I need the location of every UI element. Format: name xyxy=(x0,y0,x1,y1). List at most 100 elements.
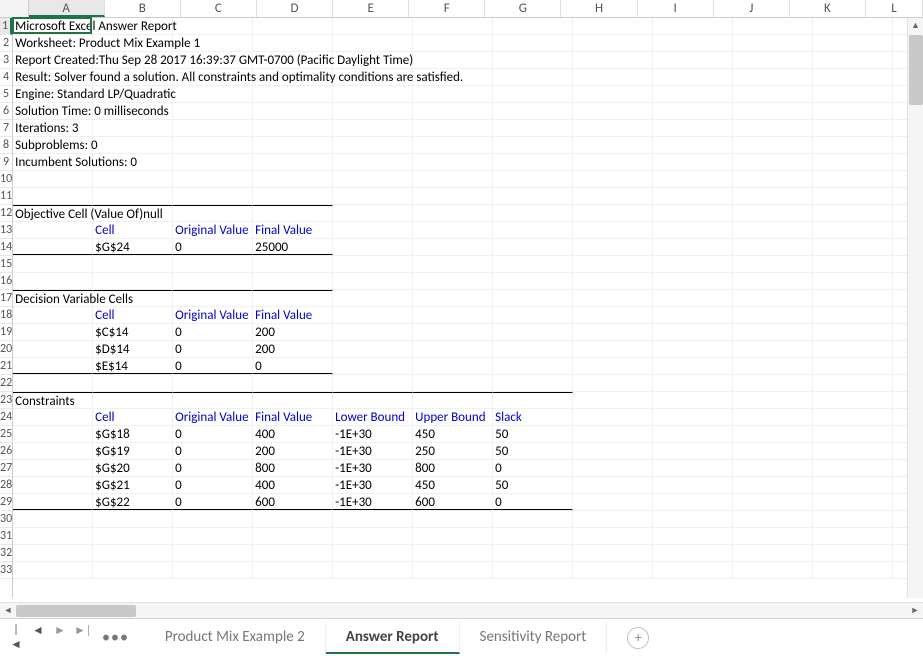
cell[interactable]: 600 xyxy=(413,494,493,510)
cell[interactable] xyxy=(93,562,173,578)
cell[interactable] xyxy=(93,545,173,561)
select-all-corner[interactable] xyxy=(0,0,29,17)
cell[interactable] xyxy=(253,103,333,119)
cell[interactable] xyxy=(573,52,653,68)
cell[interactable] xyxy=(813,290,893,306)
cell[interactable] xyxy=(173,120,253,136)
cell[interactable] xyxy=(93,256,173,272)
cell[interactable] xyxy=(813,477,893,493)
cell[interactable] xyxy=(573,154,653,170)
cell[interactable] xyxy=(253,86,333,102)
cell[interactable] xyxy=(413,154,493,170)
cell[interactable] xyxy=(413,511,493,527)
cell[interactable] xyxy=(93,188,173,204)
cell[interactable] xyxy=(333,35,413,51)
cell[interactable] xyxy=(813,256,893,272)
cell[interactable] xyxy=(333,137,413,153)
cell[interactable] xyxy=(573,511,653,527)
row-header-20[interactable]: 20 xyxy=(0,341,12,358)
cell[interactable] xyxy=(573,528,653,544)
cell[interactable] xyxy=(573,205,653,221)
cell[interactable] xyxy=(813,494,893,510)
cell[interactable] xyxy=(493,137,573,153)
cell[interactable]: $G$21 xyxy=(93,477,173,493)
col-header-K[interactable]: K xyxy=(790,0,866,17)
col-header-L[interactable]: L xyxy=(866,0,923,17)
cell[interactable] xyxy=(93,528,173,544)
cell[interactable] xyxy=(413,341,493,357)
cell[interactable]: 0 xyxy=(173,460,253,476)
sheet-tab[interactable]: Sensitivity Report xyxy=(460,622,608,654)
cell[interactable] xyxy=(733,307,813,323)
cell[interactable] xyxy=(733,120,813,136)
cell[interactable]: Final Value xyxy=(253,409,333,425)
cell[interactable] xyxy=(173,375,253,391)
cell[interactable] xyxy=(333,392,413,408)
cell[interactable]: 25000 xyxy=(253,239,333,255)
cell[interactable]: 200 xyxy=(253,341,333,357)
cell[interactable] xyxy=(813,120,893,136)
cell[interactable]: Report Created:Thu Sep 28 2017 16:39:37 … xyxy=(13,52,93,68)
cell[interactable] xyxy=(813,35,893,51)
cell[interactable] xyxy=(13,511,93,527)
cell[interactable] xyxy=(653,460,733,476)
cell[interactable]: 400 xyxy=(253,477,333,493)
cell[interactable] xyxy=(173,392,253,408)
row-header-25[interactable]: 25 xyxy=(0,426,12,443)
cell[interactable] xyxy=(333,222,413,238)
cell[interactable] xyxy=(733,358,813,374)
cell[interactable] xyxy=(733,426,813,442)
row-header-26[interactable]: 26 xyxy=(0,443,12,460)
row-header-6[interactable]: 6 xyxy=(0,103,12,120)
cell[interactable] xyxy=(573,341,653,357)
cell[interactable] xyxy=(573,477,653,493)
cell[interactable] xyxy=(413,324,493,340)
cell[interactable] xyxy=(653,188,733,204)
cell[interactable]: Final Value xyxy=(253,307,333,323)
cell[interactable] xyxy=(13,375,93,391)
cell[interactable]: Cell xyxy=(93,222,173,238)
cell[interactable]: 200 xyxy=(253,443,333,459)
cell[interactable]: Original Value xyxy=(173,222,253,238)
cell[interactable]: $D$14 xyxy=(93,341,173,357)
cell[interactable] xyxy=(13,477,93,493)
cell[interactable]: 0 xyxy=(493,494,573,510)
cell[interactable] xyxy=(413,188,493,204)
cell[interactable]: Result: Solver found a solution. All con… xyxy=(13,69,93,85)
cell[interactable] xyxy=(573,35,653,51)
cell[interactable] xyxy=(253,273,333,289)
cell[interactable] xyxy=(413,256,493,272)
row-header-12[interactable]: 12 xyxy=(0,205,12,222)
cell[interactable] xyxy=(573,256,653,272)
cell[interactable] xyxy=(573,375,653,391)
cell[interactable] xyxy=(813,375,893,391)
row-header-31[interactable]: 31 xyxy=(0,528,12,545)
cell[interactable] xyxy=(573,494,653,510)
row-header-15[interactable]: 15 xyxy=(0,256,12,273)
cell[interactable] xyxy=(173,562,253,578)
cell[interactable] xyxy=(653,341,733,357)
cell[interactable] xyxy=(653,324,733,340)
cell[interactable] xyxy=(253,392,333,408)
cell[interactable] xyxy=(493,205,573,221)
cell[interactable] xyxy=(333,324,413,340)
cell[interactable] xyxy=(813,18,893,34)
row-header-29[interactable]: 29 xyxy=(0,494,12,511)
hscroll-thumb[interactable] xyxy=(16,605,136,617)
scroll-thumb[interactable] xyxy=(909,35,923,105)
col-header-E[interactable]: E xyxy=(333,0,409,17)
cell[interactable] xyxy=(653,375,733,391)
cell[interactable] xyxy=(573,426,653,442)
cell[interactable] xyxy=(813,392,893,408)
cell[interactable]: Microsoft Excel Answer Report xyxy=(13,18,93,34)
cell[interactable]: $E$14 xyxy=(93,358,173,374)
cell[interactable] xyxy=(493,562,573,578)
cell[interactable] xyxy=(413,103,493,119)
row-header-7[interactable]: 7 xyxy=(0,120,12,137)
cell[interactable] xyxy=(13,256,93,272)
cell[interactable] xyxy=(333,239,413,255)
cell[interactable] xyxy=(813,273,893,289)
cell[interactable] xyxy=(413,358,493,374)
cell[interactable] xyxy=(493,392,573,408)
tab-prev-icon[interactable]: ◄ xyxy=(30,623,46,652)
